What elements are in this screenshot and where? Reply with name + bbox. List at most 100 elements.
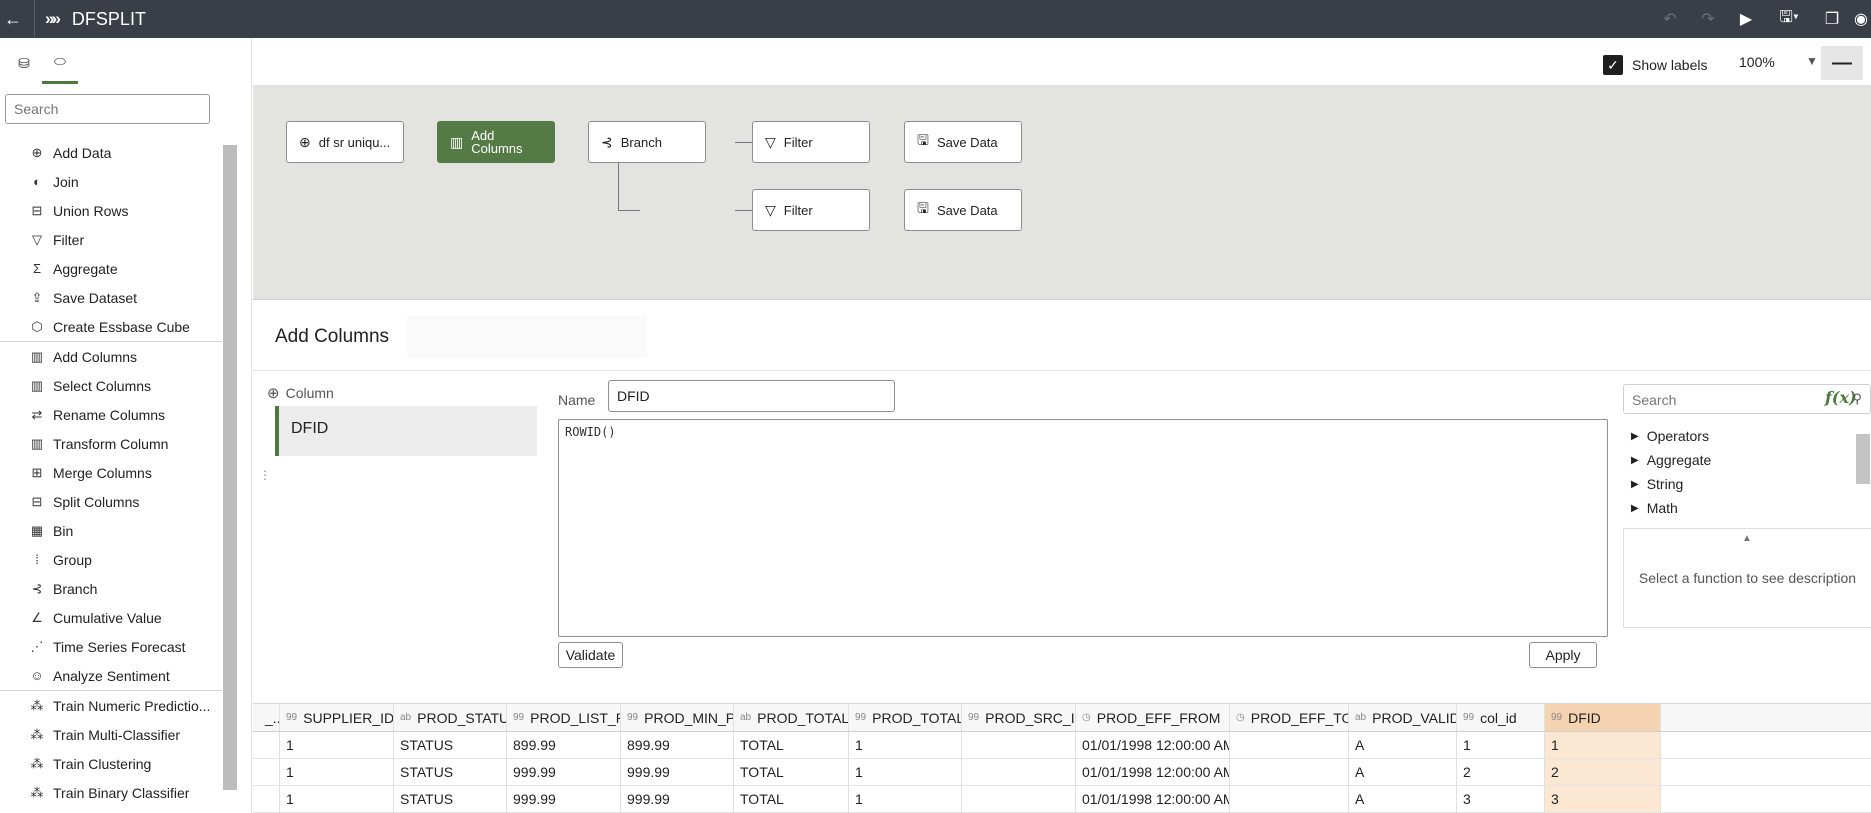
grid-cell[interactable] xyxy=(1230,786,1349,812)
grid-cell[interactable]: 1 xyxy=(849,786,962,812)
grid-cell[interactable]: 3 xyxy=(1545,786,1661,812)
grid-column-header[interactable]: 99 PROD_MIN_P... xyxy=(621,704,734,731)
column-item-dfid[interactable]: DFID xyxy=(275,406,537,456)
grid-column-header[interactable]: ab PROD_STATUS xyxy=(394,704,507,731)
step-item-union-rows[interactable]: ⊟ Union Rows xyxy=(0,196,222,225)
grid-cell[interactable]: STATUS xyxy=(394,786,507,812)
flow-node-branch[interactable]: ⊰ Branch xyxy=(588,121,706,163)
step-item-rename-columns[interactable]: ⇄ Rename Columns xyxy=(0,400,222,429)
grid-column-header[interactable]: ab PROD_VALID xyxy=(1349,704,1457,731)
grid-cell[interactable]: 1 xyxy=(1457,732,1545,758)
apply-button[interactable]: Apply xyxy=(1529,642,1597,668)
grid-cell[interactable]: 999.99 xyxy=(507,786,621,812)
back-arrow-icon[interactable]: ← xyxy=(0,9,26,30)
grid-cell[interactable]: TOTAL xyxy=(734,786,849,812)
step-item-add-data[interactable]: ⊕ Add Data xyxy=(0,138,222,167)
grid-cell[interactable]: 899.99 xyxy=(507,732,621,758)
step-item-train-multi-classifier[interactable]: ⁂ Train Multi-Classifier xyxy=(0,720,222,749)
tab-data-icon[interactable]: ⛁ xyxy=(6,42,42,84)
undo-icon[interactable]: ↶ xyxy=(1651,9,1689,29)
function-category-operators[interactable]: ▶ Operators xyxy=(1631,428,1709,444)
flow-node-filter-1[interactable]: ▽ Filter xyxy=(752,121,870,163)
user-icon[interactable]: ◉ xyxy=(1851,9,1871,29)
grid-cell[interactable] xyxy=(253,786,280,812)
run-icon[interactable]: ▶ xyxy=(1727,9,1765,29)
grid-cell[interactable] xyxy=(1230,732,1349,758)
flow-node-filter-2[interactable]: ▽ Filter xyxy=(752,189,870,231)
zoom-dropdown-icon[interactable]: ▼ xyxy=(1806,54,1818,68)
grid-cell[interactable] xyxy=(962,732,1076,758)
step-item-transform-column[interactable]: ▥ Transform Column xyxy=(0,429,222,458)
step-item-filter[interactable]: ▽ Filter xyxy=(0,225,222,254)
scrollbar-thumb[interactable] xyxy=(1856,434,1870,484)
grid-cell[interactable]: 1 xyxy=(1545,732,1661,758)
grid-cell[interactable]: 1 xyxy=(280,759,394,785)
grid-cell[interactable] xyxy=(962,786,1076,812)
step-item-group[interactable]: ⁞ Group xyxy=(0,545,222,574)
flow-node-add-columns[interactable]: ▥ Add Columns xyxy=(437,121,555,163)
grid-cell[interactable]: 1 xyxy=(280,732,394,758)
step-item-aggregate[interactable]: Σ Aggregate xyxy=(0,254,222,283)
grid-cell[interactable]: STATUS xyxy=(394,759,507,785)
step-item-merge-columns[interactable]: ⊞ Merge Columns xyxy=(0,458,222,487)
function-search-input[interactable]: Search ⚲ xyxy=(1623,384,1871,414)
grid-column-header[interactable]: 99 col_id xyxy=(1457,704,1545,731)
function-list-scrollbar[interactable] xyxy=(1855,424,1870,520)
show-labels-toggle[interactable]: ✓ Show labels xyxy=(1603,55,1708,75)
save-icon[interactable]: 🖫▾ xyxy=(1765,6,1813,33)
grid-column-header[interactable]: 99 PROD_TOTAL... xyxy=(849,704,962,731)
step-item-cumulative-value[interactable]: ∠ Cumulative Value xyxy=(0,603,222,632)
grid-cell[interactable]: 1 xyxy=(849,759,962,785)
flow-node-save-data-2[interactable]: 🖫 Save Data xyxy=(904,189,1022,231)
step-item-split-columns[interactable]: ⊟ Split Columns xyxy=(0,487,222,516)
flow-node-save-data-1[interactable]: 🖫 Save Data xyxy=(904,121,1022,163)
grid-cell[interactable]: A xyxy=(1349,786,1457,812)
grid-column-header[interactable]: 99 PROD_LIST_P... xyxy=(507,704,621,731)
grid-cell[interactable] xyxy=(962,759,1076,785)
function-category-string[interactable]: ▶ String xyxy=(1631,476,1683,492)
grid-cell[interactable]: 2 xyxy=(1457,759,1545,785)
step-item-train-clustering[interactable]: ⁂ Train Clustering xyxy=(0,749,222,778)
bookmark-icon[interactable]: ❐ xyxy=(1813,9,1851,29)
grid-cell[interactable]: 999.99 xyxy=(621,759,734,785)
redo-icon[interactable]: ↷ xyxy=(1689,9,1727,29)
grid-cell[interactable]: TOTAL xyxy=(734,732,849,758)
zoom-level[interactable]: 100% xyxy=(1733,50,1813,76)
grid-cell[interactable]: 01/01/1998 12:00:00 AM xyxy=(1076,732,1230,758)
grid-cell[interactable]: 899.99 xyxy=(621,732,734,758)
grid-cell[interactable]: 999.99 xyxy=(507,759,621,785)
collapse-up-icon[interactable]: ▲ xyxy=(1742,533,1752,544)
step-item-join[interactable]: ◐ Join xyxy=(0,167,222,196)
grid-cell[interactable]: 1 xyxy=(280,786,394,812)
add-column-button[interactable]: ⊕ Column xyxy=(267,384,334,402)
grid-cell[interactable]: 3 xyxy=(1457,786,1545,812)
grid-cell[interactable] xyxy=(253,732,280,758)
grid-column-header[interactable]: 99 PROD_SRC_ID xyxy=(962,704,1076,731)
step-item-add-columns[interactable]: ▥ Add Columns xyxy=(0,342,222,371)
step-item-branch[interactable]: ⊰ Branch xyxy=(0,574,222,603)
checkbox-icon[interactable]: ✓ xyxy=(1603,55,1623,75)
expression-editor[interactable]: ROWID() xyxy=(558,419,1608,637)
resize-handle-icon[interactable]: ⋮ xyxy=(259,468,271,482)
title-edit-area[interactable] xyxy=(407,316,647,358)
grid-cell[interactable]: 01/01/1998 12:00:00 AM xyxy=(1076,759,1230,785)
left-scrollbar[interactable] xyxy=(223,133,237,813)
validate-button[interactable]: Validate xyxy=(558,642,623,668)
grid-column-header[interactable]: ◷ PROD_EFF_TO xyxy=(1230,704,1349,731)
grid-cell[interactable]: 1 xyxy=(849,732,962,758)
grid-column-header[interactable]: ◷ PROD_EFF_FROM xyxy=(1076,704,1230,731)
function-category-math[interactable]: ▶ Math xyxy=(1631,500,1678,516)
step-item-time-series-forecast[interactable]: ⋰ Time Series Forecast xyxy=(0,632,222,661)
grid-cell[interactable]: 01/01/1998 12:00:00 AM xyxy=(1076,786,1230,812)
left-scrollbar-thumb[interactable] xyxy=(223,145,237,790)
flow-node-source[interactable]: ⊕ df sr uniqu... xyxy=(286,121,404,163)
grid-cell[interactable]: TOTAL xyxy=(734,759,849,785)
step-item-train-binary-classifier[interactable]: ⁂ Train Binary Classifier xyxy=(0,778,222,807)
name-input[interactable]: DFID xyxy=(608,380,895,412)
grid-column-header[interactable]: _... xyxy=(253,704,280,731)
grid-column-header[interactable]: ab PROD_TOTAL xyxy=(734,704,849,731)
function-category-aggregate[interactable]: ▶ Aggregate xyxy=(1631,452,1711,468)
grid-cell[interactable] xyxy=(1230,759,1349,785)
tab-steps-icon[interactable]: ⬭ xyxy=(42,42,78,84)
step-item-train-numeric-predictio[interactable]: ⁂ Train Numeric Predictio... xyxy=(0,691,222,720)
